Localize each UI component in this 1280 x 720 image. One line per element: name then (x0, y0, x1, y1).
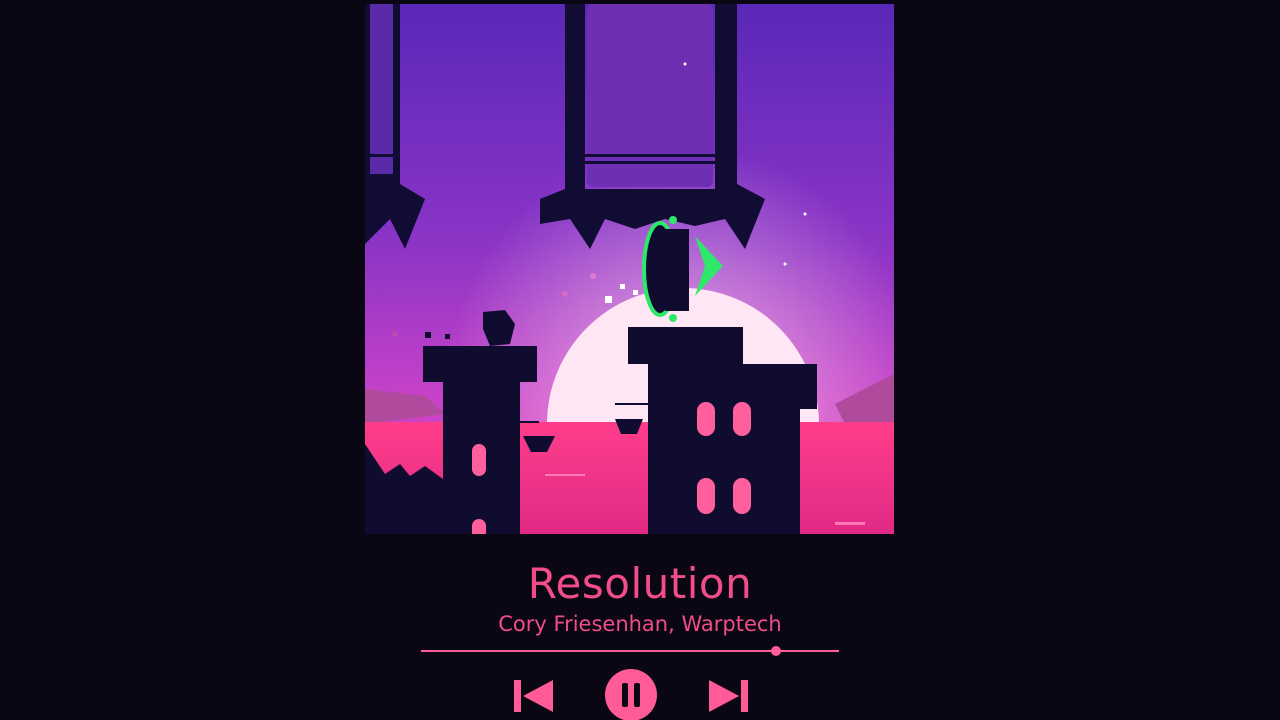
track-title: Resolution (527, 559, 753, 608)
progress-bar[interactable] (421, 644, 839, 658)
previous-track-button[interactable] (511, 674, 557, 718)
skip-next-icon (709, 680, 748, 712)
progress-thumb[interactable] (771, 646, 782, 656)
music-player: Resolution Cory Friesenhan, Warptech (0, 0, 1280, 720)
skip-previous-icon (514, 680, 553, 712)
track-artist: Cory Friesenhan, Warptech (498, 612, 782, 636)
pause-icon (605, 669, 657, 720)
album-artwork (365, 4, 894, 534)
pause-button[interactable] (604, 668, 658, 720)
next-track-button[interactable] (705, 674, 751, 718)
